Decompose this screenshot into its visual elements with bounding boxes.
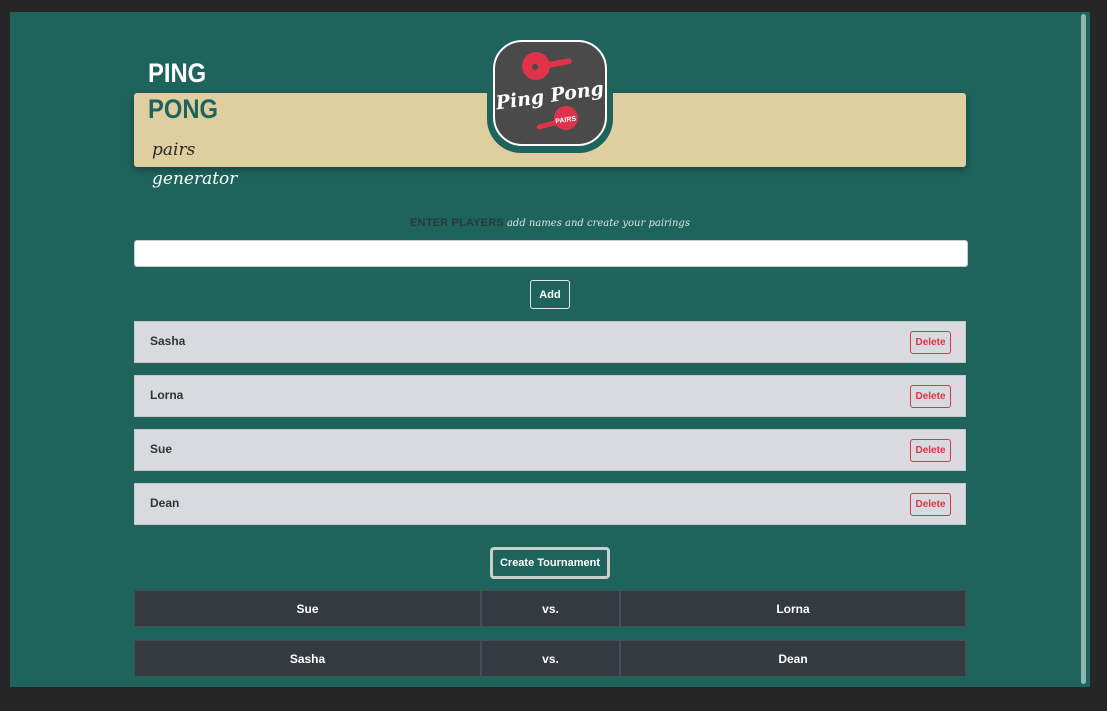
pairing-vs: vs. [481,590,620,627]
delete-player-button[interactable]: Delete [910,331,951,354]
create-tournament-button[interactable]: Create Tournament [490,547,610,579]
vertical-scrollbar[interactable] [1081,14,1086,684]
title-pong: PONG [148,94,218,124]
app-window: PING PONG pairs generator Ping Pong PAIR… [10,12,1090,687]
ping-pong-logo: Ping Pong PAIRS [487,39,613,153]
delete-player-button[interactable]: Delete [910,385,951,408]
title-pairs: pairs [152,140,196,160]
player-row-dean: Dean Delete [134,483,966,525]
pairing-row: Sasha vs. Dean [134,640,966,677]
pairing-player-b: Lorna [620,590,966,627]
enter-players-hint: add names and create your pairings [506,218,690,229]
pairing-vs: vs. [481,640,620,677]
player-row-sasha: Sasha Delete [134,321,966,363]
pairing-player-a: Sasha [134,640,481,677]
enter-players-label: ENTER PLAYERS add names and create your … [10,217,1090,229]
player-name-input[interactable] [134,240,968,267]
enter-players-heading: ENTER PLAYERS [410,217,504,229]
player-name: Sasha [150,334,186,348]
player-name: Dean [150,496,180,510]
delete-player-button[interactable]: Delete [910,493,951,516]
title-ping: PING [148,58,207,88]
pairing-row: Sue vs. Lorna [134,590,966,627]
pairing-player-a: Sue [134,590,481,627]
delete-player-button[interactable]: Delete [910,439,951,462]
player-name: Lorna [150,388,184,402]
player-row-lorna: Lorna Delete [134,375,966,417]
player-row-sue: Sue Delete [134,429,966,471]
pairing-player-b: Dean [620,640,966,677]
add-player-button[interactable]: Add [530,280,570,309]
title-generator: generator [152,169,238,189]
player-name: Sue [150,442,173,456]
